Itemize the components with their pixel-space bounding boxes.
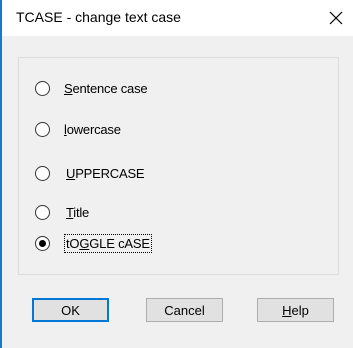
close-button[interactable] bbox=[319, 0, 353, 36]
radio-circle[interactable] bbox=[35, 121, 50, 137]
cancel-button-label: Cancel bbox=[164, 302, 205, 318]
cancel-button[interactable]: Cancel bbox=[146, 298, 223, 322]
ok-button-label: OK bbox=[61, 302, 80, 318]
radio-label-sentence-case: Sentence case bbox=[64, 80, 148, 96]
radio-title[interactable]: Title bbox=[35, 201, 89, 223]
title-bar: TCASE - change text case bbox=[2, 0, 353, 36]
radio-circle-selected[interactable] bbox=[35, 235, 50, 251]
radio-label-lowercase: lowercase bbox=[64, 121, 121, 137]
radio-sentence-case[interactable]: Sentence case bbox=[35, 77, 148, 99]
radio-label-uppercase: UPPERCASE bbox=[66, 165, 145, 181]
tcase-dialog: TCASE - change text case Sentence case l… bbox=[0, 0, 353, 348]
radio-circle[interactable] bbox=[35, 165, 50, 181]
window-title: TCASE - change text case bbox=[16, 9, 181, 25]
radio-circle[interactable] bbox=[35, 204, 50, 220]
radio-label-toggle-case: tOGGLE cASE bbox=[64, 233, 152, 253]
radio-selected-dot bbox=[39, 239, 46, 247]
radio-circle[interactable] bbox=[35, 80, 50, 96]
radio-label-title: Title bbox=[66, 204, 90, 220]
close-icon bbox=[329, 11, 343, 25]
ok-button[interactable]: OK bbox=[32, 298, 109, 322]
radio-lowercase[interactable]: lowercase bbox=[35, 118, 121, 140]
radio-uppercase[interactable]: UPPERCASE bbox=[35, 162, 145, 184]
dialog-client-area: Sentence case lowercase UPPERCASE Title … bbox=[2, 36, 353, 348]
radio-toggle-case[interactable]: tOGGLE cASE bbox=[35, 232, 152, 254]
help-button-label: Help bbox=[282, 302, 309, 318]
help-button[interactable]: Help bbox=[257, 298, 334, 322]
